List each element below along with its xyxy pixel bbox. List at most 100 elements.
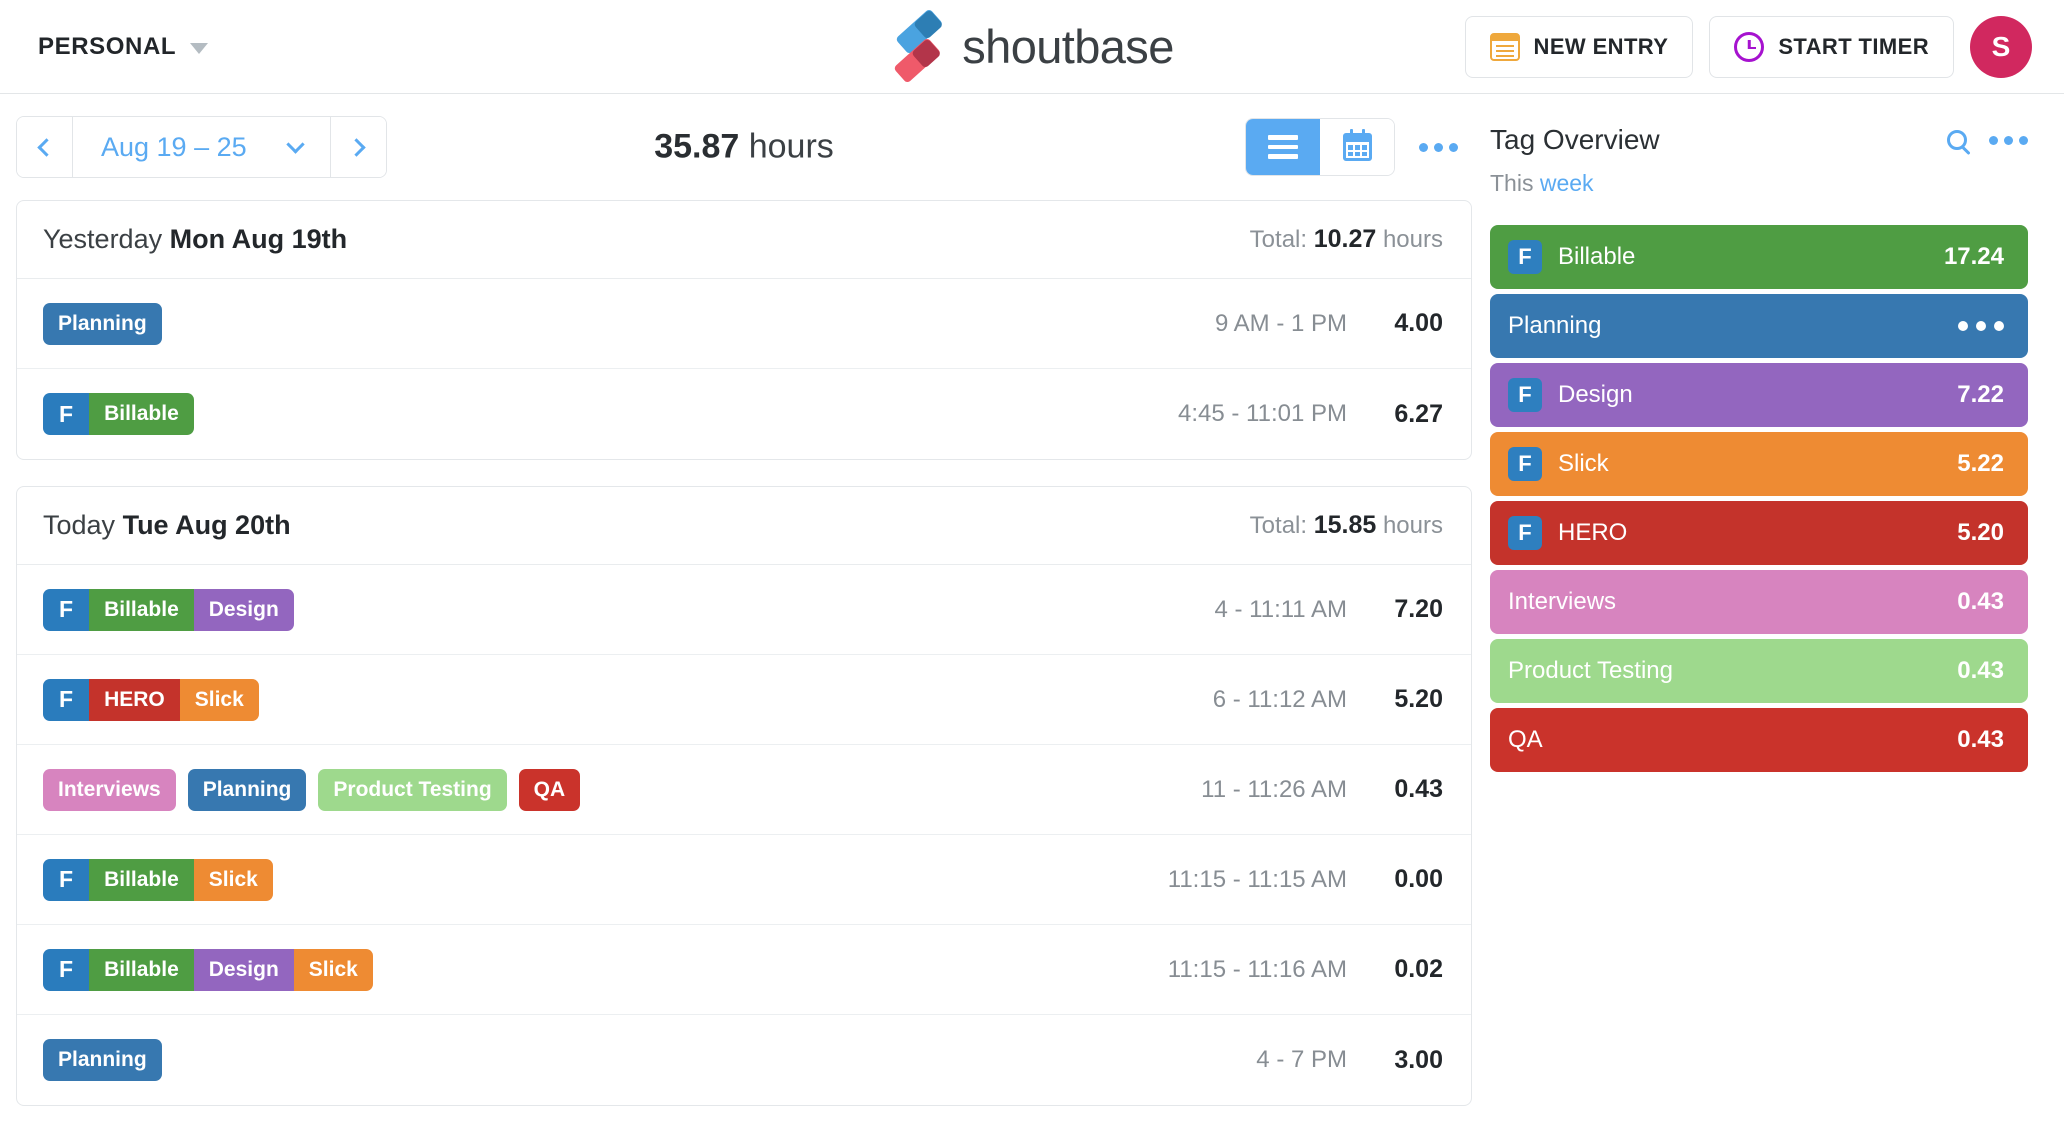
entry-meta: 11:15 - 11:15 AM 0.00 xyxy=(1168,865,1443,894)
tag-label: Billable xyxy=(89,588,194,631)
entry-row[interactable]: F Billable Design 4 - 11:11 AM 7.20 xyxy=(17,565,1471,655)
timesheet-toolbar: Aug 19 – 25 35.87 hours xyxy=(16,94,1472,200)
tag-label: Billable xyxy=(89,393,194,435)
tag-pill[interactable]: Product Testing xyxy=(318,768,507,811)
tag-overview-row[interactable]: F HERO 5.20 xyxy=(1490,501,2028,565)
tag-overview-name: Interviews xyxy=(1508,588,1617,615)
new-entry-label: NEW ENTRY xyxy=(1533,33,1669,59)
week-total: 35.87 hours xyxy=(654,128,834,167)
tag-favorite-badge: F xyxy=(43,678,90,721)
tag-overview-title: Tag Overview xyxy=(1490,124,1660,155)
tag-overview-row-left: QA xyxy=(1508,726,1543,754)
prev-week-button[interactable] xyxy=(17,117,73,177)
top-bar: PERSONAL shoutbase NEW ENTRY START TIMER… xyxy=(0,0,2064,94)
entry-meta: 4:45 - 11:01 PM 6.27 xyxy=(1178,400,1443,429)
tag-pill[interactable]: QA xyxy=(518,768,581,811)
tag-favorite-badge: F xyxy=(43,948,90,991)
tag-overview-row[interactable]: F Slick 5.22 xyxy=(1490,432,2028,496)
entry-row[interactable]: F Billable Slick 11:15 - 11:15 AM 0.00 xyxy=(17,835,1471,925)
tag-pill[interactable]: F Billable Slick xyxy=(43,858,273,901)
brand-name: shoutbase xyxy=(962,20,1174,73)
entry-meta: 11:15 - 11:16 AM 0.02 xyxy=(1168,955,1443,984)
tag-pill[interactable]: Planning xyxy=(43,302,162,345)
day-total: Total: 10.27 hours xyxy=(1250,225,1443,254)
tag-overview-value: 0.43 xyxy=(1957,726,2004,753)
entry-row[interactable]: F Billable Design Slick 11:15 - 11:16 AM 0.02 xyxy=(17,925,1471,1015)
tag-pill[interactable]: F Billable xyxy=(43,393,194,435)
entry-amount: 6.27 xyxy=(1394,399,1443,428)
search-icon[interactable] xyxy=(1947,130,1967,150)
entry-row[interactable]: F HERO Slick 6 - 11:12 AM 5.20 xyxy=(17,655,1471,745)
tag-overview-name: QA xyxy=(1508,726,1543,753)
tag-pill[interactable]: F Billable Design xyxy=(43,588,294,631)
day-card: Yesterday Mon Aug 19th Total: 10.27 hours… xyxy=(16,200,1472,460)
entry-amount: 3.00 xyxy=(1394,1045,1443,1074)
tag-label: Slick xyxy=(179,678,259,721)
entry-time: 11 - 11:26 AM xyxy=(1201,775,1347,803)
tag-pill[interactable]: F Billable Design Slick xyxy=(43,948,373,991)
tag-label: Billable xyxy=(89,858,194,901)
tab-list-view[interactable] xyxy=(1246,119,1320,175)
entry-row[interactable]: Planning 9 AM - 1 PM 4.00 xyxy=(17,279,1471,369)
tag-overview-value: 5.22 xyxy=(1957,450,2004,477)
period-link[interactable]: week xyxy=(1540,170,1594,196)
shoutbase-logo-icon xyxy=(890,7,946,84)
tag-label: Design xyxy=(193,948,294,991)
workspace-selector[interactable]: PERSONAL xyxy=(38,33,209,61)
day-total-unit: hours xyxy=(1382,512,1443,539)
tag-overview-list: F Billable 17.24 Planning F Design 7.22 F Slick 5… xyxy=(1490,225,2064,772)
tag-pill[interactable]: Interviews xyxy=(43,768,176,811)
tag-overview-name: Billable xyxy=(1558,243,1636,270)
day-card: Today Tue Aug 20th Total: 15.85 hours F Bil… xyxy=(16,486,1472,1106)
tag-overview-name: Design xyxy=(1558,381,1633,408)
tag-favorite-badge: F xyxy=(1508,447,1542,481)
date-navigator: Aug 19 – 25 xyxy=(16,116,387,178)
tag-overview-row-more-button[interactable] xyxy=(1958,321,2004,331)
tag-pill[interactable]: Planning xyxy=(187,768,307,811)
tag-overview-row[interactable]: Interviews 0.43 xyxy=(1490,570,2028,634)
tag-overview-row[interactable]: F Billable 17.24 xyxy=(1490,225,2028,289)
entry-meta: 11 - 11:26 AM 0.43 xyxy=(1201,775,1443,804)
start-timer-label: START TIMER xyxy=(1778,33,1929,59)
page-body: Aug 19 – 25 35.87 hours Yesterday Mon Au… xyxy=(0,94,2064,1132)
tag-overview-more-button[interactable] xyxy=(1989,135,2028,145)
day-date: Mon Aug 19th xyxy=(169,224,348,254)
entry-time: 4 - 7 PM xyxy=(1256,1046,1347,1073)
entry-row[interactable]: Planning 4 - 7 PM 3.00 xyxy=(17,1015,1471,1105)
timesheet-more-button[interactable] xyxy=(1419,142,1458,152)
tag-overview-name: Planning xyxy=(1508,312,1602,339)
tab-calendar-view[interactable] xyxy=(1320,119,1394,175)
avatar[interactable]: S xyxy=(1970,15,2032,78)
day-total-value: 10.27 xyxy=(1313,225,1377,253)
brand-logo[interactable]: shoutbase xyxy=(890,7,1174,84)
tag-overview-row[interactable]: QA 0.43 xyxy=(1490,708,2028,772)
tag-overview-row-left: F Design xyxy=(1508,378,1633,412)
tag-pill[interactable]: F HERO Slick xyxy=(43,678,259,721)
period-prefix: This xyxy=(1490,170,1534,196)
date-range-selector[interactable]: Aug 19 – 25 xyxy=(73,117,330,177)
day-total-unit: hours xyxy=(1382,226,1443,253)
entry-row[interactable]: Interviews Planning Product Testing QA 11 - … xyxy=(17,745,1471,835)
entry-tags: F Billable Design Slick xyxy=(43,948,373,991)
chevron-right-icon xyxy=(346,137,366,157)
tag-overview-row[interactable]: Planning xyxy=(1490,294,2028,358)
tag-overview-row[interactable]: F Design 7.22 xyxy=(1490,363,2028,427)
next-week-button[interactable] xyxy=(329,117,386,177)
start-timer-button[interactable]: START TIMER xyxy=(1709,15,1954,78)
clock-icon xyxy=(1734,31,1765,62)
tag-overview-row[interactable]: Product Testing 0.43 xyxy=(1490,639,2028,703)
day-title: Today Tue Aug 20th xyxy=(43,510,291,541)
entry-row[interactable]: F Billable 4:45 - 11:01 PM 6.27 xyxy=(17,369,1471,459)
entry-tags: Planning xyxy=(43,302,162,345)
chevron-left-icon xyxy=(37,137,56,157)
day-card-list: Yesterday Mon Aug 19th Total: 10.27 hours… xyxy=(16,200,1472,1106)
entry-amount: 5.20 xyxy=(1394,685,1443,713)
week-total-unit: hours xyxy=(748,127,834,166)
new-entry-button[interactable]: NEW ENTRY xyxy=(1464,15,1694,78)
tag-overview-panel: Tag Overview This week F Billable 17.24 Pla… xyxy=(1490,94,2064,1132)
entry-amount: 4.00 xyxy=(1394,309,1443,337)
tag-overview-name: Product Testing xyxy=(1508,657,1673,684)
tag-overview-value: 0.43 xyxy=(1957,657,2004,684)
tag-pill[interactable]: Planning xyxy=(43,1039,162,1081)
tag-overview-name: Slick xyxy=(1558,450,1609,477)
